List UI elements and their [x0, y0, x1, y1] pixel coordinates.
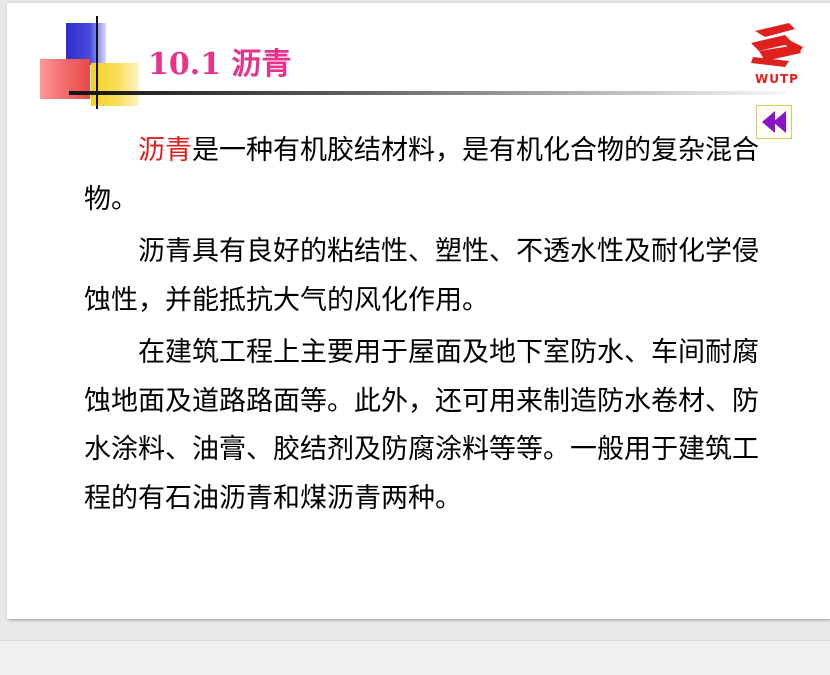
slide: 10.1 沥青 WUTP 沥青是一种有机胶结材料，是有机化合物的复杂混合物。 沥…	[7, 3, 830, 619]
body-text: 沥青是一种有机胶结材料，是有机化合物的复杂混合物。 沥青具有良好的粘结性、塑性、…	[84, 127, 764, 527]
paragraph-3: 在建筑工程上主要用于屋面及地下室防水、车间耐腐蚀地面及道路路面等。此外，还可用来…	[84, 329, 764, 523]
highlight-term: 沥青	[138, 135, 192, 166]
slide-title: 10.1 沥青	[148, 47, 292, 82]
paragraph-text: 在建筑工程上主要用于屋面及地下室防水、车间耐腐蚀地面及道路路面等。此外，还可用来…	[84, 337, 759, 514]
decor-yellow-square	[91, 63, 139, 106]
title-underline	[69, 91, 787, 95]
paragraph-1: 沥青是一种有机胶结材料，是有机化合物的复杂混合物。	[84, 127, 764, 224]
decor-vertical-line	[96, 16, 98, 109]
wutp-logo-icon: WUTP	[745, 17, 809, 87]
paragraph-2: 沥青具有良好的粘结性、塑性、不透水性及耐化学侵蚀性，并能抵抗大气的风化作用。	[84, 228, 764, 325]
logo-text: WUTP	[755, 72, 799, 86]
footer-bar	[0, 640, 830, 675]
paragraph-text: 沥青具有良好的粘结性、塑性、不透水性及耐化学侵蚀性，并能抵抗大气的风化作用。	[84, 236, 759, 316]
